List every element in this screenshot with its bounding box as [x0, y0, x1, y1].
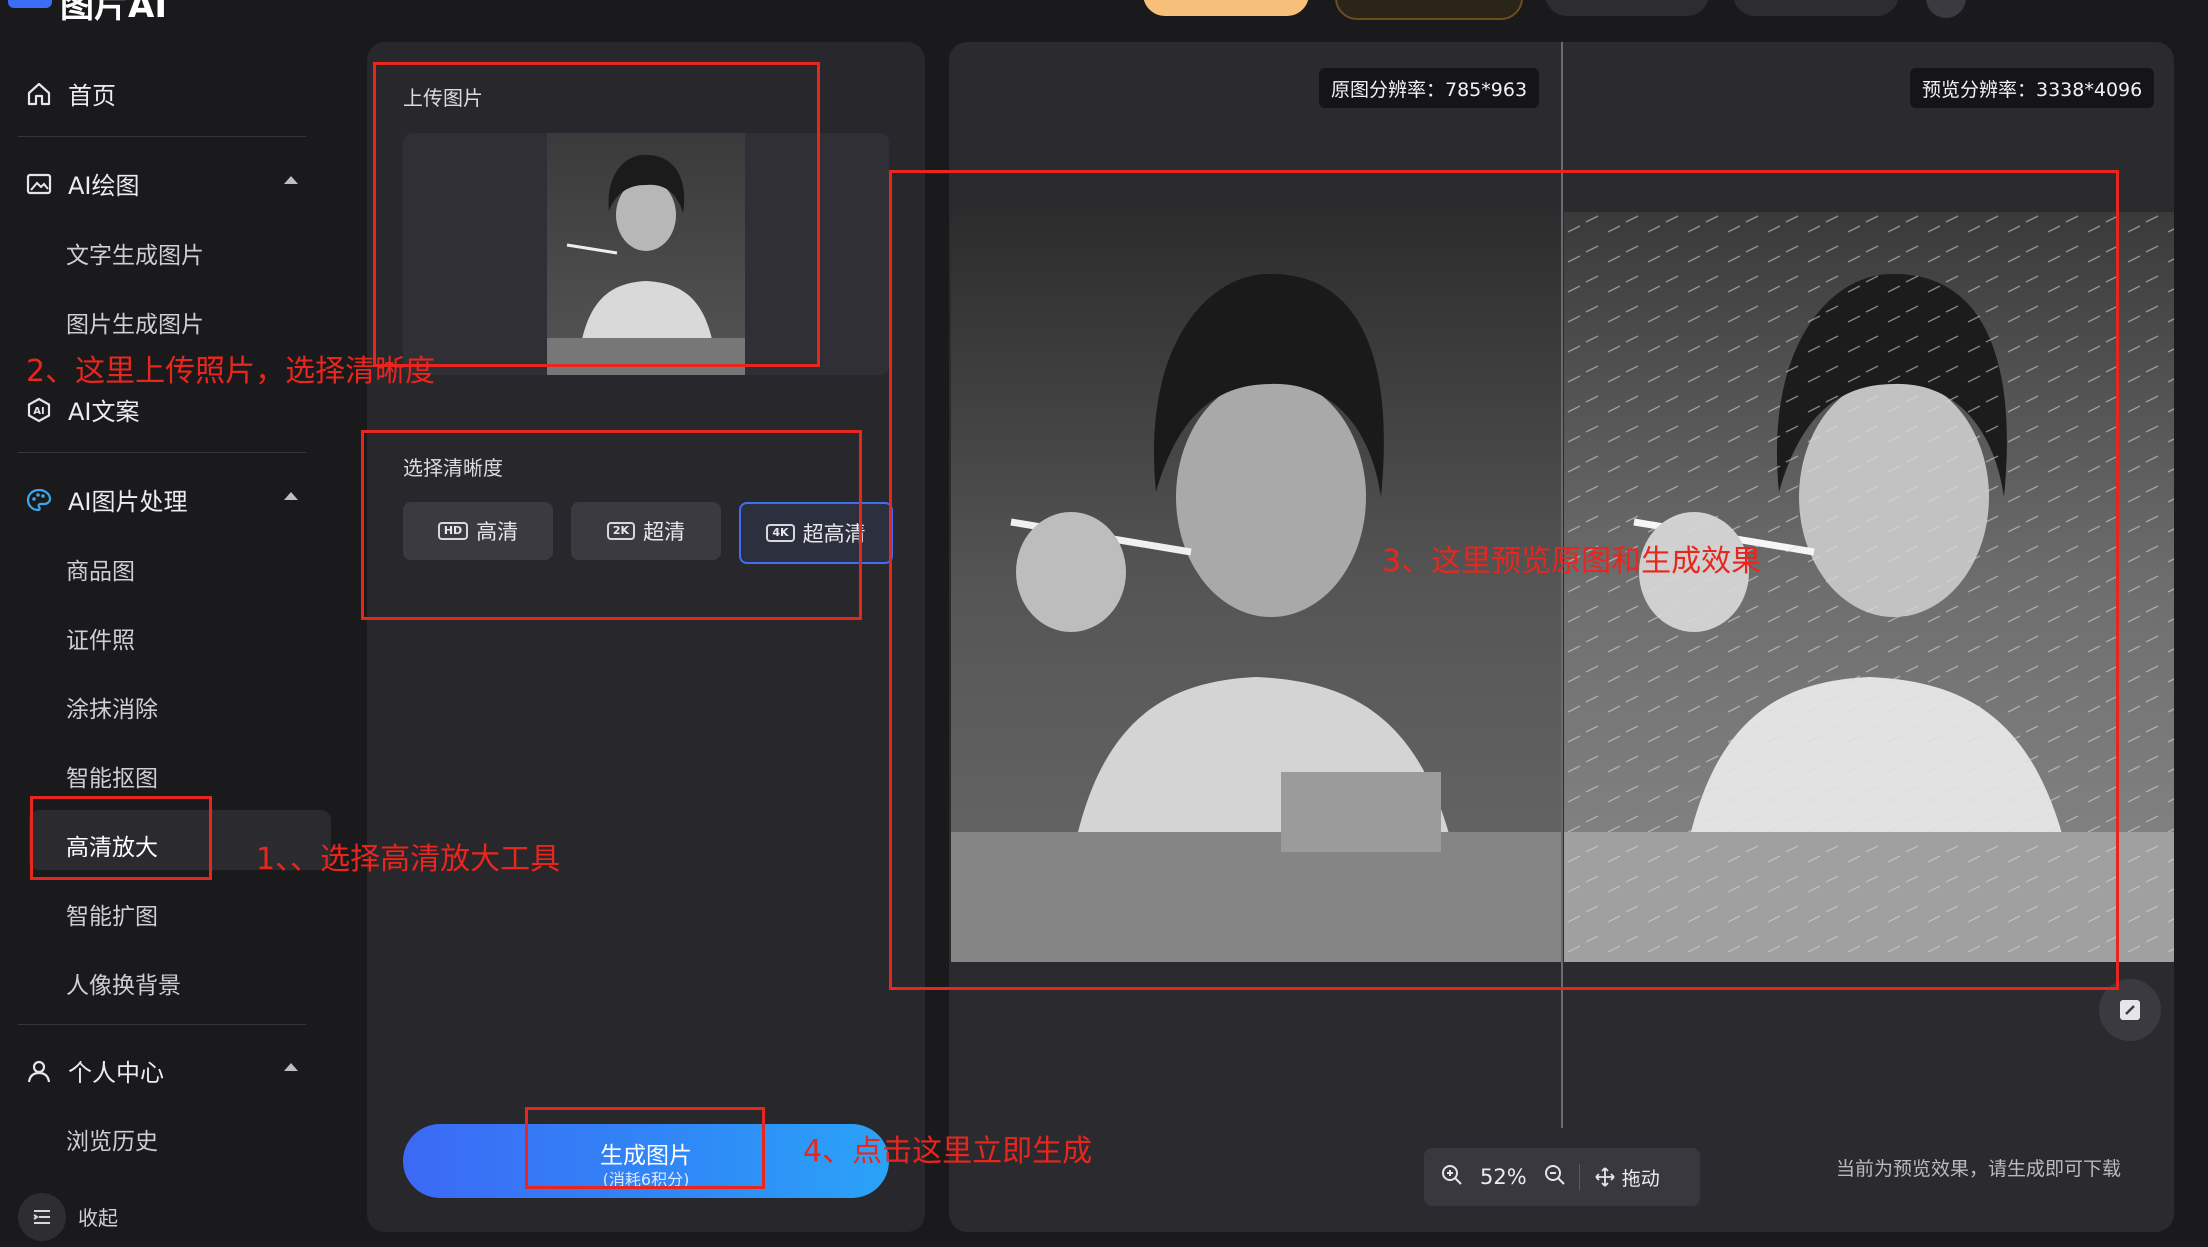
sidebar-item-history[interactable]: 浏览历史 — [66, 1122, 158, 1156]
sidebar-item-bg-replace[interactable]: 人像换背景 — [66, 966, 181, 1000]
sidebar-group-label: 个人中心 — [68, 1059, 164, 1087]
vip-button[interactable] — [1143, 0, 1309, 16]
sidebar-group-ai-image[interactable]: AI图片处理 — [24, 482, 188, 517]
top-nav-button[interactable] — [1733, 0, 1899, 16]
sidebar-group-label: AI绘图 — [68, 172, 140, 200]
sidebar-group-personal[interactable]: 个人中心 — [24, 1053, 164, 1088]
divider — [18, 452, 306, 453]
zoom-level: 52% — [1480, 1165, 1527, 1189]
sidebar-item-cutout[interactable]: 智能抠图 — [66, 759, 158, 793]
edit-icon — [2120, 1000, 2140, 1020]
divider — [18, 136, 306, 137]
annotation-step3: 3、这里预览原图和生成效果 — [1382, 544, 1762, 579]
chevron-up-icon[interactable] — [284, 492, 298, 500]
zoom-in-icon[interactable] — [1440, 1163, 1464, 1192]
image-icon — [24, 169, 54, 199]
points-button[interactable] — [1335, 0, 1523, 20]
zoom-toolbar: 52% 拖动 — [1424, 1148, 1700, 1206]
palette-icon — [24, 485, 54, 515]
ai-badge-icon: AI — [24, 395, 54, 425]
annotation-step4: 4、点击这里立即生成 — [803, 1134, 1093, 1169]
sidebar-item-label: 首页 — [68, 82, 116, 110]
sidebar-item-id-photo[interactable]: 证件照 — [66, 621, 135, 655]
move-icon — [1595, 1167, 1615, 1187]
collapse-button[interactable] — [18, 1193, 66, 1241]
sidebar-item-product-image[interactable]: 商品图 — [66, 552, 135, 586]
annotation-box-quality — [361, 430, 862, 620]
annotation-box-generate — [525, 1107, 765, 1189]
preview-resolution-tag: 预览分辨率：3338*4096 — [1910, 68, 2155, 108]
sidebar-item-erase[interactable]: 涂抹消除 — [66, 690, 158, 724]
sidebar-item-label: AI文案 — [68, 398, 140, 426]
preview-hint: 当前为预览效果，请生成即可下载 — [1836, 1158, 2122, 1180]
annotation-step2: 2、这里上传照片，选择清晰度 — [26, 354, 436, 389]
divider — [18, 1024, 306, 1025]
drag-label: 拖动 — [1621, 1167, 1660, 1190]
user-icon — [24, 1056, 54, 1086]
collapse-label[interactable]: 收起 — [78, 1202, 118, 1231]
avatar[interactable] — [1926, 0, 1966, 18]
original-resolution-tag: 原图分辨率：785*963 — [1319, 68, 1540, 108]
toolbar-divider — [1578, 1164, 1580, 1190]
drag-tool-button[interactable]: 拖动 — [1594, 1164, 1660, 1191]
sidebar-item-text-to-image[interactable]: 文字生成图片 — [66, 236, 204, 270]
svg-text:AI: AI — [33, 406, 44, 417]
sidebar-item-home[interactable]: 首页 — [24, 76, 116, 111]
annotation-box-upscale — [30, 796, 212, 880]
home-icon — [24, 79, 54, 109]
top-nav-button[interactable] — [1545, 0, 1709, 16]
chevron-up-icon[interactable] — [284, 1063, 298, 1071]
annotation-box-upload — [373, 62, 820, 367]
annotation-step1: 1、、选择高清放大工具 — [256, 842, 561, 877]
sidebar-item-image-to-image[interactable]: 图片生成图片 — [66, 305, 204, 339]
sidebar-group-label: AI图片处理 — [68, 488, 188, 516]
sidebar-group-ai-draw[interactable]: AI绘图 — [24, 166, 140, 201]
sidebar-item-ai-copy[interactable]: AI AI文案 — [24, 392, 140, 427]
chevron-up-icon[interactable] — [284, 176, 298, 184]
collapse-icon — [33, 1210, 50, 1224]
app-title: 图片AI — [60, 0, 167, 26]
annotation-box-preview — [889, 170, 2119, 990]
app-logo — [8, 0, 52, 8]
zoom-out-icon[interactable] — [1543, 1163, 1567, 1192]
sidebar-item-expand[interactable]: 智能扩图 — [66, 897, 158, 931]
